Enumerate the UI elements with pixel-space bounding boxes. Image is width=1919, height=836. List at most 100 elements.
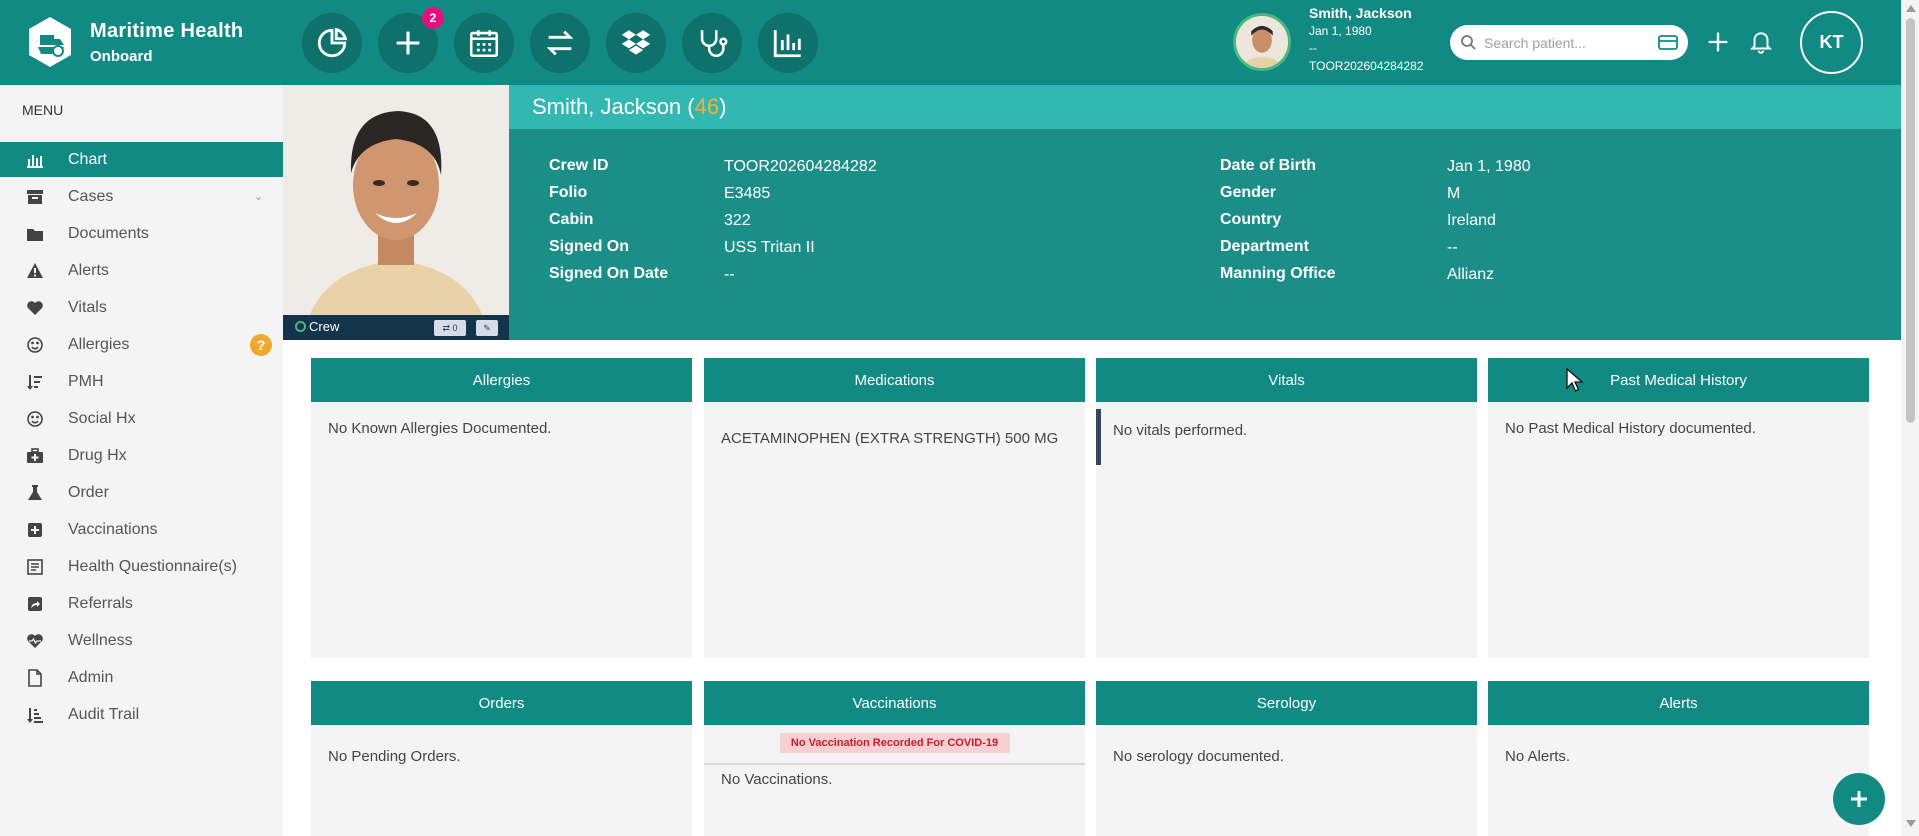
allergies-card: Allergies No Known Allergies Documented. xyxy=(311,358,692,658)
signed-on-label: Signed On xyxy=(549,238,629,255)
sidebar-item-label: Chart xyxy=(68,150,108,168)
add-case-button[interactable]: 2 xyxy=(378,7,444,73)
user-avatar-button[interactable]: KT xyxy=(1800,11,1863,74)
card-title[interactable]: Vitals xyxy=(1096,358,1477,402)
department-label: Department xyxy=(1220,238,1309,255)
scroll-up-arrow-icon[interactable] xyxy=(1906,5,1916,12)
sidebar-item-label: Allergies xyxy=(68,335,130,353)
edit-photo-button[interactable]: ✎ xyxy=(476,320,498,336)
transfer-button[interactable] xyxy=(530,13,590,73)
card-title[interactable]: Serology xyxy=(1096,681,1477,725)
country-label: Country xyxy=(1220,211,1282,228)
bar-chart-icon xyxy=(26,151,44,169)
dropbox-button[interactable] xyxy=(606,13,666,73)
card-title[interactable]: Medications xyxy=(704,358,1085,402)
crew-label: Crew xyxy=(309,319,340,334)
vaccinations-card: Vaccinations No Vaccination Recorded For… xyxy=(704,681,1085,836)
sidebar-item-cases[interactable]: Cases ⌄ xyxy=(0,179,283,214)
flask-icon xyxy=(26,484,44,502)
bell-icon[interactable] xyxy=(1748,28,1774,56)
heartbeat-icon xyxy=(26,632,44,650)
page-scrollbar[interactable] xyxy=(1901,0,1919,836)
sidebar-item-label: Admin xyxy=(68,668,114,686)
card-title[interactable]: Vaccinations xyxy=(704,681,1085,725)
card-title[interactable]: Past Medical History xyxy=(1488,358,1869,402)
sidebar-item-order[interactable]: Order xyxy=(0,475,283,510)
share-square-icon xyxy=(26,595,44,613)
sidebar-item-label: Alerts xyxy=(68,261,109,279)
card-body: No Vaccinations. xyxy=(721,771,833,788)
patient-name-bar: Smith, Jackson (46) xyxy=(509,85,1901,129)
search-input[interactable] xyxy=(1484,33,1644,53)
search-icon xyxy=(1461,35,1476,50)
vitals-indicator-bar xyxy=(1096,409,1101,465)
patient-avatar[interactable] xyxy=(1233,13,1291,71)
medical-kit-icon xyxy=(26,447,44,465)
cabin-label: Cabin xyxy=(549,211,594,228)
card-body-wrap: No vitals performed. xyxy=(1096,402,1477,465)
sidebar-item-health-questionnaires[interactable]: Health Questionnaire(s) xyxy=(0,549,283,584)
stethoscope-icon xyxy=(700,30,728,57)
signed-on-date-label: Signed On Date xyxy=(549,265,669,282)
share-count: 0 xyxy=(452,323,458,333)
sort-list-icon xyxy=(26,373,44,391)
plus-icon xyxy=(1851,791,1867,807)
file-icon xyxy=(26,668,44,687)
sidebar-item-label: Cases xyxy=(68,187,114,205)
sidebar-item-documents[interactable]: Documents xyxy=(0,216,283,251)
sidebar-item-wellness[interactable]: Wellness xyxy=(0,623,283,658)
sidebar-item-label: Drug Hx xyxy=(68,446,127,464)
sidebar-item-label: Documents xyxy=(68,224,149,242)
sidebar-item-audit-trail[interactable]: Audit Trail xyxy=(0,697,283,732)
sidebar-item-alerts[interactable]: Alerts xyxy=(0,253,283,288)
reports-button[interactable] xyxy=(758,13,818,73)
pmh-card: Past Medical History No Past Medical His… xyxy=(1488,358,1869,658)
share-count-button[interactable]: ⇄ 0 xyxy=(434,320,466,336)
dropbox-icon xyxy=(621,30,651,55)
cabin-value: 322 xyxy=(724,212,751,229)
sidebar-item-allergies[interactable]: Allergies ? xyxy=(0,327,283,362)
sidebar-item-label: Wellness xyxy=(68,631,133,649)
calendar-button[interactable] xyxy=(454,13,514,73)
sidebar-item-chart[interactable]: Chart xyxy=(0,142,283,177)
share-icon: ⇄ xyxy=(442,322,453,333)
sidebar-item-social-hx[interactable]: Social Hx xyxy=(0,401,283,436)
smiley-icon xyxy=(26,410,44,428)
sidebar-item-admin[interactable]: Admin xyxy=(0,660,283,695)
chevron-down-icon: ⌄ xyxy=(254,191,264,203)
dashboard-button[interactable] xyxy=(302,13,362,73)
header-patient-dob: Jan 1, 1980 xyxy=(1309,24,1372,38)
scroll-down-arrow-icon[interactable] xyxy=(1906,820,1916,827)
help-badge-icon[interactable]: ? xyxy=(250,333,272,356)
stethoscope-button[interactable] xyxy=(682,13,742,73)
patient-search[interactable] xyxy=(1450,25,1688,60)
add-icon[interactable] xyxy=(1704,28,1732,56)
pencil-icon: ✎ xyxy=(483,322,491,333)
person-photo-icon xyxy=(283,85,509,340)
sidebar-item-vitals[interactable]: Vitals xyxy=(0,290,283,325)
card-title[interactable]: Alerts xyxy=(1488,681,1869,725)
header-patient-dash: -- xyxy=(1309,41,1317,55)
signed-on-date-value: -- xyxy=(724,266,735,283)
sidebar-item-drug-hx[interactable]: Drug Hx xyxy=(0,438,283,473)
card-body: No Past Medical History documented. xyxy=(1505,420,1756,437)
id-card-icon[interactable] xyxy=(1658,35,1678,50)
card-body: ACETAMINOPHEN (EXTRA STRENGTH) 500 MG xyxy=(721,430,1059,447)
medications-card: Medications ACETAMINOPHEN (EXTRA STRENGT… xyxy=(704,358,1085,658)
card-title[interactable]: Allergies xyxy=(311,358,692,402)
manning-office-label: Manning Office xyxy=(1220,265,1336,282)
sidebar-item-vaccinations[interactable]: Vaccinations xyxy=(0,512,283,547)
top-header: Maritime Health Onboard 2 Smith, Jackson… xyxy=(0,0,1901,85)
menu-label: MENU xyxy=(22,102,64,118)
sidebar-item-label: Order xyxy=(68,483,109,501)
covid-vaccination-alert: No Vaccination Recorded For COVID-19 xyxy=(779,733,1010,753)
sidebar-item-label: Social Hx xyxy=(68,409,136,427)
maritime-logo-icon xyxy=(29,17,71,67)
sidebar-item-referrals[interactable]: Referrals xyxy=(0,586,283,621)
sidebar-item-pmh[interactable]: PMH xyxy=(0,364,283,399)
card-title[interactable]: Orders xyxy=(311,681,692,725)
add-floating-button[interactable] xyxy=(1833,773,1885,825)
scroll-thumb[interactable] xyxy=(1906,18,1915,423)
crew-id-label: Crew ID xyxy=(549,157,609,174)
crew-id-value: TOOR202604284282 xyxy=(724,158,877,175)
